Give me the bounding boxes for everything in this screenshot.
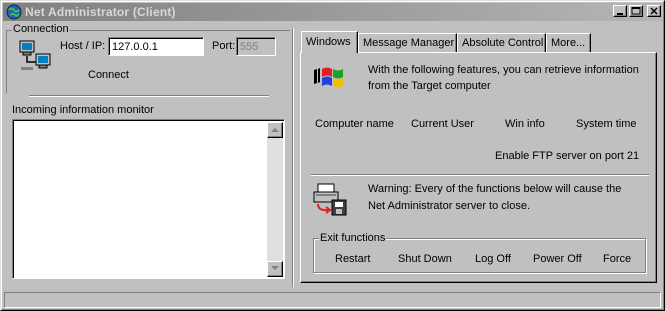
windows-info-text-2: from the Target computer: [368, 80, 491, 92]
tab-windows[interactable]: Windows: [301, 31, 358, 53]
computer-shutdown-icon: [312, 183, 348, 220]
host-ip-input[interactable]: [108, 37, 204, 56]
force-button[interactable]: Force: [603, 253, 631, 265]
port-input[interactable]: [236, 37, 276, 56]
restart-button[interactable]: Restart: [335, 253, 370, 265]
scroll-up-button[interactable]: [267, 122, 283, 138]
enable-ftp-button[interactable]: Enable FTP server on port 21: [495, 150, 639, 162]
windows-info-text-1: With the following features, you can ret…: [368, 64, 639, 76]
system-time-button[interactable]: System time: [576, 118, 637, 130]
network-computers-icon: [19, 40, 53, 75]
win-info-button[interactable]: Win info: [505, 118, 545, 130]
warning-text-1: Warning: Every of the functions below wi…: [368, 183, 622, 195]
window-title: Net Administrator (Client): [25, 5, 176, 19]
tab-more[interactable]: More...: [546, 33, 591, 52]
tab-absolute-control[interactable]: Absolute Control: [457, 33, 546, 52]
host-ip-label: Host / IP:: [60, 40, 106, 52]
current-user-button[interactable]: Current User: [411, 118, 474, 130]
log-off-button[interactable]: Log Off: [475, 253, 511, 265]
incoming-info-monitor[interactable]: [12, 119, 285, 279]
status-bar: [4, 292, 661, 308]
connection-separator: [29, 95, 269, 97]
tab-message-manager[interactable]: Message Manager: [358, 33, 457, 52]
connection-group-label: Connection: [12, 23, 70, 35]
shut-down-button[interactable]: Shut Down: [398, 253, 452, 265]
scroll-down-button[interactable]: [267, 261, 283, 277]
warning-text-2: Net Administrator server to close.: [368, 200, 531, 212]
windows-separator: [311, 174, 649, 176]
power-off-button[interactable]: Power Off: [533, 253, 582, 265]
port-label: Port:: [212, 40, 236, 52]
close-button[interactable]: [647, 5, 661, 17]
exit-functions-label: Exit functions: [319, 232, 387, 244]
title-bar[interactable]: Net Administrator (Client): [3, 3, 662, 21]
windows-logo-icon: [312, 64, 346, 95]
main-window: Net Administrator (Client) Connection Ho…: [0, 0, 665, 311]
panel-divider: [292, 28, 294, 287]
globe-icon: [6, 4, 22, 20]
monitor-label: Incoming information monitor: [12, 104, 154, 116]
maximize-button[interactable]: [629, 5, 643, 17]
minimize-button[interactable]: [613, 5, 627, 17]
monitor-scrollbar[interactable]: [267, 122, 283, 277]
computer-name-button[interactable]: Computer name: [315, 118, 394, 130]
connect-button[interactable]: Connect: [88, 69, 129, 81]
